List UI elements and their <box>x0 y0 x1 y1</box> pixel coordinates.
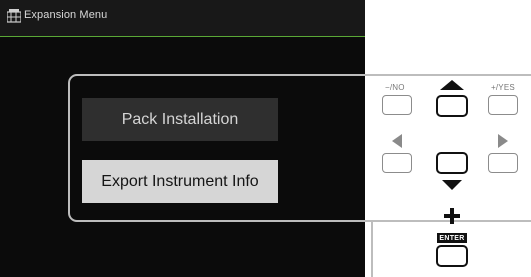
callout-leader-line <box>371 222 373 277</box>
down-button[interactable] <box>436 152 468 174</box>
no-label: −/NO <box>385 83 405 92</box>
enter-label: ENTER <box>437 233 467 243</box>
right-arrow-icon <box>498 134 508 148</box>
left-button[interactable] <box>382 153 412 173</box>
down-arrow-icon <box>442 180 462 190</box>
no-button[interactable] <box>382 95 412 115</box>
yes-button[interactable] <box>488 95 518 115</box>
up-arrow-icon <box>440 80 464 90</box>
title-bar: Expansion Menu <box>0 0 365 37</box>
page-title: Expansion Menu <box>24 9 108 21</box>
enter-button[interactable] <box>436 245 468 267</box>
expansion-menu-icon <box>7 9 21 23</box>
right-button[interactable] <box>488 153 518 173</box>
left-arrow-icon <box>392 134 402 148</box>
up-button[interactable] <box>436 95 468 117</box>
plus-icon <box>444 208 460 224</box>
yes-label: +/YES <box>491 83 515 92</box>
